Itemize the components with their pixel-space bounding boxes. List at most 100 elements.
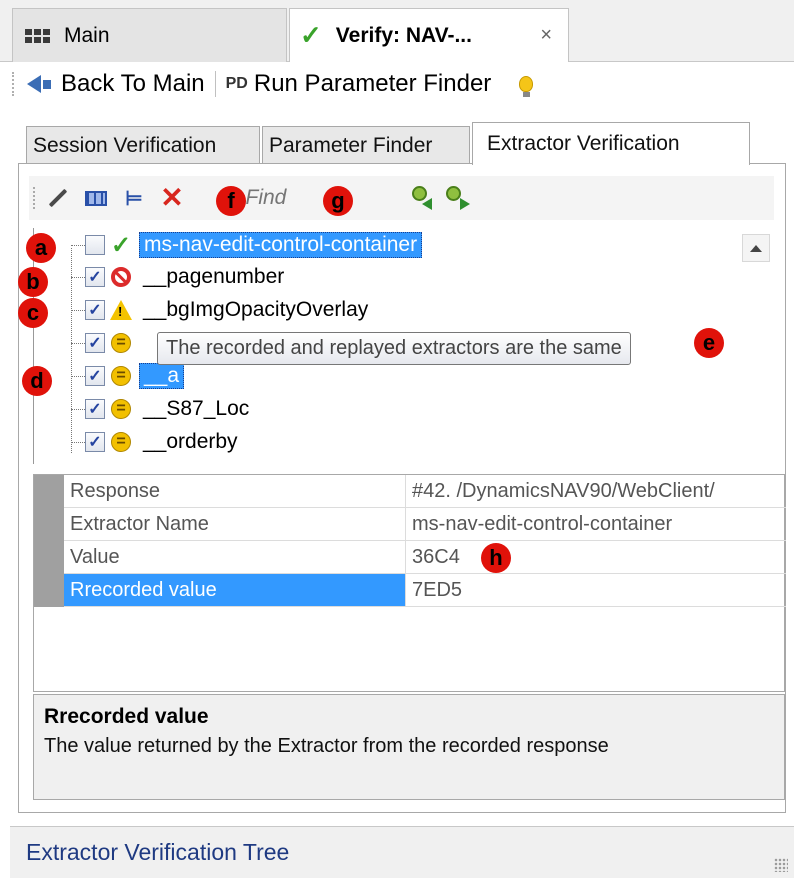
tree-branch <box>71 342 85 344</box>
tree-toolbar: ⊨ ✕ <box>29 176 774 220</box>
callout-marker-c: c <box>18 298 48 328</box>
tab-verify[interactable]: ✓ Verify: NAV-... × <box>289 8 569 63</box>
arrow-shape <box>422 198 432 210</box>
tab-verify-label: Verify: NAV-... <box>335 23 472 47</box>
node-checkbox[interactable]: ✓ <box>85 267 105 287</box>
verification-tabs: Session Verification Parameter Finder Ex… <box>26 122 786 165</box>
node-checkbox[interactable]: ✓ <box>85 432 105 452</box>
property-value: ms-nav-edit-control-container <box>406 508 786 541</box>
equal-glyph: = <box>111 366 131 386</box>
description-text: The value returned by the Extractor from… <box>44 735 609 757</box>
callout-marker-d: d <box>22 366 52 396</box>
extractor-verification-panel: ⊨ ✕ ✓ ✓ ms-nav-edit-control-container ✓ … <box>18 163 786 813</box>
find-previous-icon[interactable] <box>410 185 436 211</box>
callout-marker-a: a <box>26 233 56 263</box>
tab-parameter-finder[interactable]: Parameter Finder <box>262 126 470 164</box>
tree-branch <box>71 375 85 377</box>
node-label[interactable]: __pagenumber <box>139 265 288 289</box>
node-label[interactable]: __S87_Loc <box>139 397 253 421</box>
toolbar-separator <box>214 71 216 97</box>
tree-node[interactable]: ✓ = __S87_Loc <box>71 393 253 425</box>
tree-branch <box>71 441 85 443</box>
tree-branch <box>71 408 85 410</box>
warning-shape <box>110 300 132 320</box>
tab-main[interactable]: Main <box>12 8 287 62</box>
status-bar: Extractor Verification Tree <box>10 826 794 878</box>
back-to-main-label: Back To Main <box>61 70 205 97</box>
node-label[interactable]: __bgImgOpacityOverlay <box>139 298 372 322</box>
property-description: Rrecorded value The value returned by th… <box>33 694 785 800</box>
equal-icon: = <box>109 397 133 421</box>
tree-node[interactable]: ✓ = __orderby <box>71 426 242 458</box>
toolbar-grip[interactable] <box>12 72 15 96</box>
description-title: Rrecorded value <box>44 705 209 728</box>
check-icon: ✓ <box>300 20 322 50</box>
property-value: 7ED5 <box>406 574 786 607</box>
pencil-shape <box>48 188 68 208</box>
parameter-finder-icon: PD <box>225 75 248 92</box>
equal-glyph: = <box>111 333 131 353</box>
lightbulb-icon[interactable] <box>519 76 534 97</box>
node-checkbox[interactable]: ✓ <box>85 399 105 419</box>
row-gutter <box>34 475 64 508</box>
equal-icon: = <box>109 430 133 454</box>
node-checkbox[interactable]: ✓ <box>85 235 105 255</box>
resize-grip-icon[interactable] <box>774 858 788 872</box>
callout-marker-f: f <box>216 186 246 216</box>
callout-marker-e: e <box>694 328 724 358</box>
property-row[interactable]: Rrecorded value 7ED5 <box>34 574 786 607</box>
tree-toolbar-grip[interactable] <box>33 187 36 209</box>
extractor-tree: ✓ ✓ ms-nav-edit-control-container ✓ __pa… <box>33 228 778 466</box>
table-icon[interactable] <box>84 186 108 210</box>
property-row[interactable]: Value 36C4 <box>34 541 786 574</box>
close-icon[interactable]: × <box>540 24 552 47</box>
row-gutter <box>34 508 64 541</box>
tree-node[interactable]: ✓ ✓ ms-nav-edit-control-container <box>71 229 423 261</box>
error-icon <box>109 265 133 289</box>
node-label[interactable]: __a <box>139 363 185 389</box>
equal-icon: = <box>109 331 133 355</box>
node-label[interactable]: __orderby <box>139 430 242 454</box>
tree-node[interactable]: ✓ = <box>71 327 147 359</box>
tree-node[interactable]: ✓ __pagenumber <box>71 261 288 293</box>
node-checkbox[interactable]: ✓ <box>85 333 105 353</box>
error-shape <box>111 267 131 287</box>
property-grid: Response #42. /DynamicsNAV90/WebClient/ … <box>33 474 786 692</box>
status-bar-label: Extractor Verification Tree <box>26 839 290 865</box>
find-next-icon[interactable] <box>444 185 470 211</box>
equal-glyph: = <box>111 399 131 419</box>
scroll-up-arrow-icon[interactable] <box>742 234 770 262</box>
back-to-main-button[interactable]: Back To Main <box>27 70 205 98</box>
property-key: Response <box>64 475 406 508</box>
arrow-shape <box>460 198 470 210</box>
table-shape <box>85 190 107 206</box>
property-key: Rrecorded value <box>64 574 406 607</box>
magnifier-shape <box>446 186 461 201</box>
node-checkbox[interactable]: ✓ <box>85 366 105 386</box>
delete-glyph: ✕ <box>160 182 184 213</box>
command-toolbar: Back To Main PD Run Parameter Finder <box>10 62 794 106</box>
hierarchy-icon[interactable]: ⊨ <box>122 186 146 210</box>
tree-branch <box>71 309 85 311</box>
edit-pencil-icon[interactable] <box>46 186 70 210</box>
status-tooltip: The recorded and replayed extractors are… <box>157 332 631 365</box>
delete-icon[interactable]: ✕ <box>160 182 184 213</box>
hierarchy-glyph: ⊨ <box>125 187 143 210</box>
back-arrow-stem <box>43 79 51 89</box>
grid-icon <box>25 28 50 43</box>
back-arrow-icon <box>27 75 41 93</box>
tab-session-verification[interactable]: Session Verification <box>26 126 260 164</box>
property-value: 36C4 <box>406 541 786 574</box>
tab-extractor-verification[interactable]: Extractor Verification <box>472 122 750 165</box>
callout-marker-h: h <box>481 543 511 573</box>
warning-icon <box>109 298 133 322</box>
tree-node[interactable]: ✓ __bgImgOpacityOverlay <box>71 294 372 326</box>
node-checkbox[interactable]: ✓ <box>85 300 105 320</box>
tree-branch <box>71 276 85 278</box>
row-gutter <box>34 574 64 607</box>
run-parameter-finder-button[interactable]: PD Run Parameter Finder <box>226 70 492 98</box>
property-row[interactable]: Response #42. /DynamicsNAV90/WebClient/ <box>34 475 786 508</box>
property-key: Value <box>64 541 406 574</box>
property-row[interactable]: Extractor Name ms-nav-edit-control-conta… <box>34 508 786 541</box>
node-label[interactable]: ms-nav-edit-control-container <box>139 232 423 258</box>
